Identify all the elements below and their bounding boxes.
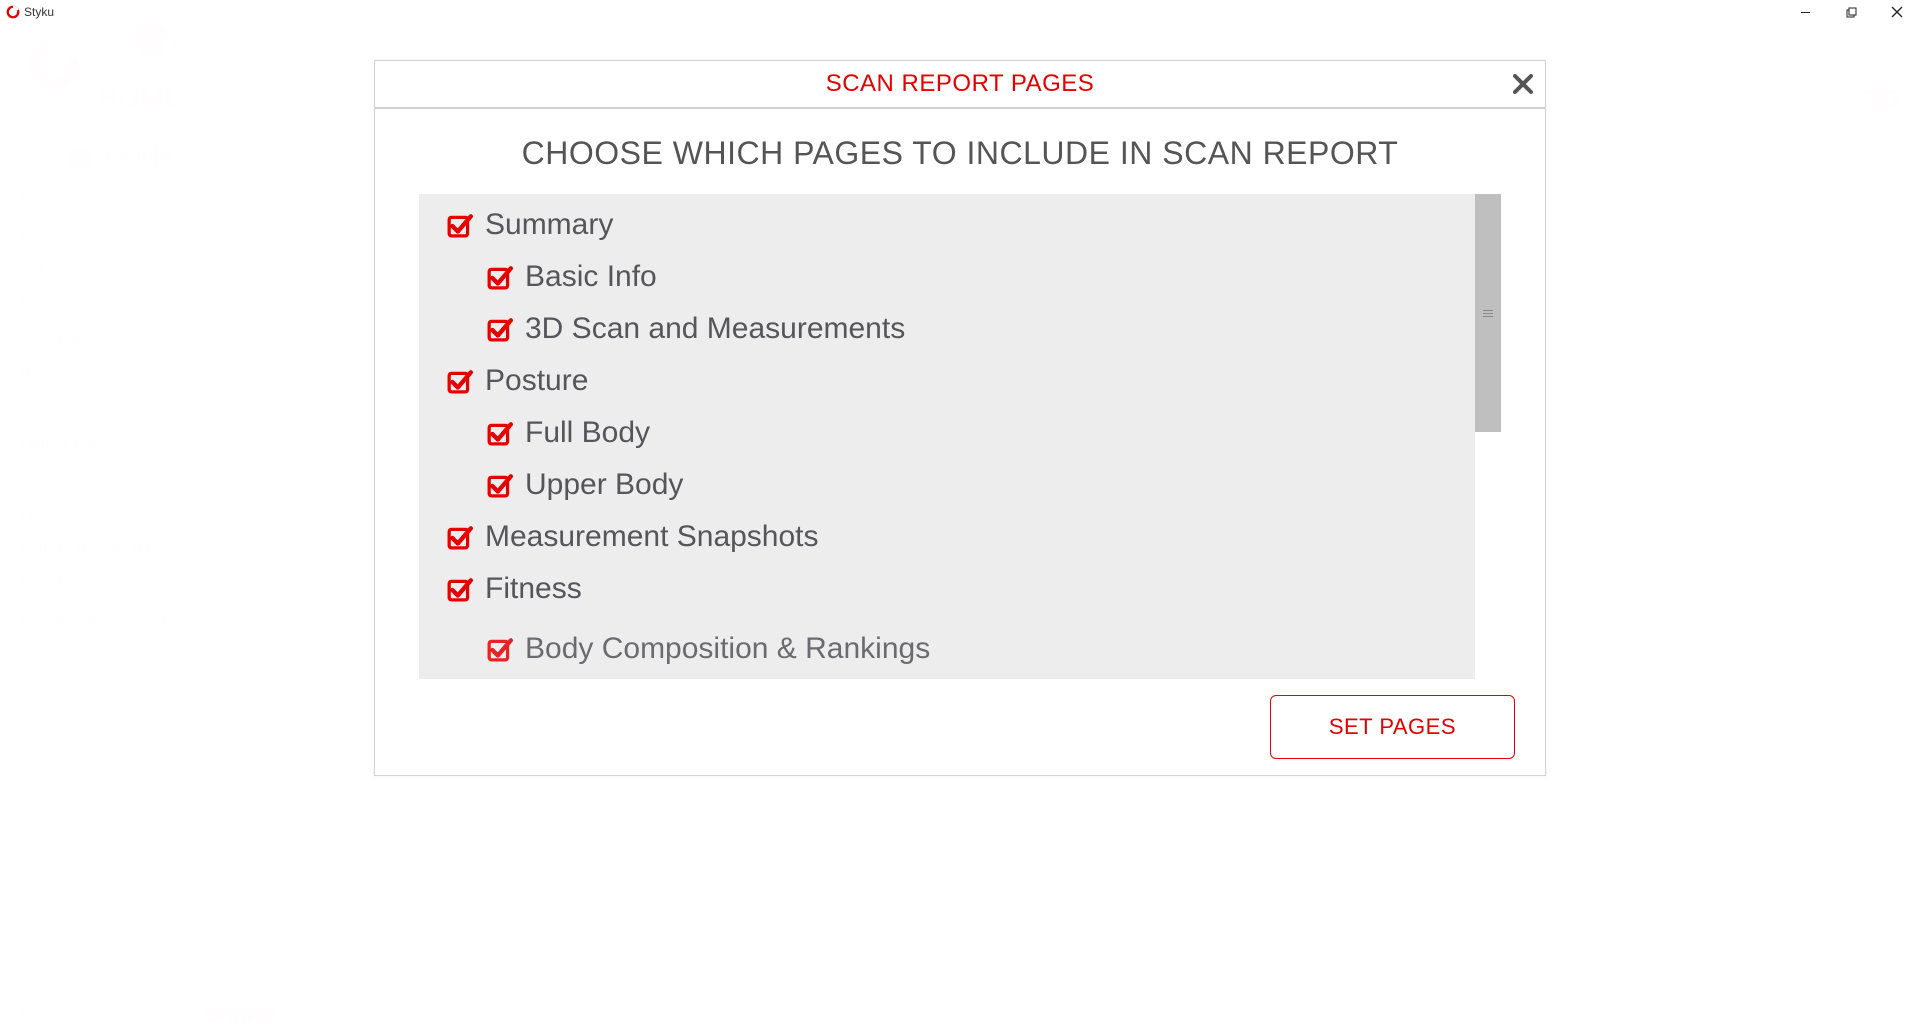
- checkbox-checked-icon[interactable]: [447, 576, 473, 602]
- page-option-label: 3D Scan and Measurements: [525, 314, 905, 344]
- page-option[interactable]: Fitness: [447, 574, 1461, 604]
- modal-close-button[interactable]: [1511, 72, 1535, 96]
- page-option[interactable]: Posture: [447, 366, 1461, 396]
- page-option[interactable]: Body Composition & Rankings: [487, 634, 1461, 664]
- checkbox-checked-icon[interactable]: [447, 212, 473, 238]
- close-window-button[interactable]: [1874, 0, 1920, 24]
- checkbox-checked-icon[interactable]: [447, 524, 473, 550]
- titlebar-left: Styku: [6, 5, 54, 19]
- scrollbar-thumb[interactable]: [1475, 194, 1501, 432]
- page-option-label: Measurement Snapshots: [485, 522, 819, 552]
- app-title: Styku: [24, 5, 54, 19]
- page-option-label: Full Body: [525, 418, 650, 448]
- window-titlebar: Styku: [0, 0, 1920, 24]
- page-option-label: Summary: [485, 210, 613, 240]
- page-option-label: Fitness: [485, 574, 582, 604]
- maximize-button[interactable]: [1828, 0, 1874, 24]
- checkbox-checked-icon[interactable]: [487, 264, 513, 290]
- modal-title: SCAN REPORT PAGES: [826, 70, 1095, 98]
- set-pages-button[interactable]: SET PAGES: [1270, 695, 1515, 759]
- app-logo-icon: [6, 5, 20, 19]
- modal-subtitle: CHOOSE WHICH PAGES TO INCLUDE IN SCAN RE…: [375, 135, 1545, 172]
- pages-list-container: Summary Basic Info 3D Scan and Measurement…: [419, 194, 1501, 679]
- window-controls: [1782, 0, 1920, 24]
- checkbox-checked-icon[interactable]: [487, 420, 513, 446]
- pages-list[interactable]: Summary Basic Info 3D Scan and Measurement…: [419, 194, 1501, 679]
- checkbox-checked-icon[interactable]: [487, 316, 513, 342]
- checkbox-checked-icon[interactable]: [487, 636, 513, 662]
- page-option[interactable]: Basic Info: [487, 262, 1461, 292]
- modal-overlay: SCAN REPORT PAGES CHOOSE WHICH PAGES TO …: [0, 24, 1920, 1034]
- page-option[interactable]: Upper Body: [487, 470, 1461, 500]
- page-option-label: Body Composition & Rankings: [525, 634, 930, 664]
- scan-report-modal: SCAN REPORT PAGES CHOOSE WHICH PAGES TO …: [374, 60, 1546, 776]
- scrollbar-track[interactable]: [1475, 194, 1501, 679]
- page-option-label: Upper Body: [525, 470, 683, 500]
- minimize-button[interactable]: [1782, 0, 1828, 24]
- modal-header: SCAN REPORT PAGES: [375, 61, 1545, 109]
- page-option[interactable]: Full Body: [487, 418, 1461, 448]
- modal-footer: SET PAGES: [375, 679, 1545, 775]
- checkbox-checked-icon[interactable]: [447, 368, 473, 394]
- checkbox-checked-icon[interactable]: [487, 472, 513, 498]
- page-option[interactable]: Summary: [447, 210, 1461, 240]
- page-option[interactable]: 3D Scan and Measurements: [487, 314, 1461, 344]
- page-option-label: Posture: [485, 366, 588, 396]
- page-option[interactable]: Measurement Snapshots: [447, 522, 1461, 552]
- page-option-label: Basic Info: [525, 262, 657, 292]
